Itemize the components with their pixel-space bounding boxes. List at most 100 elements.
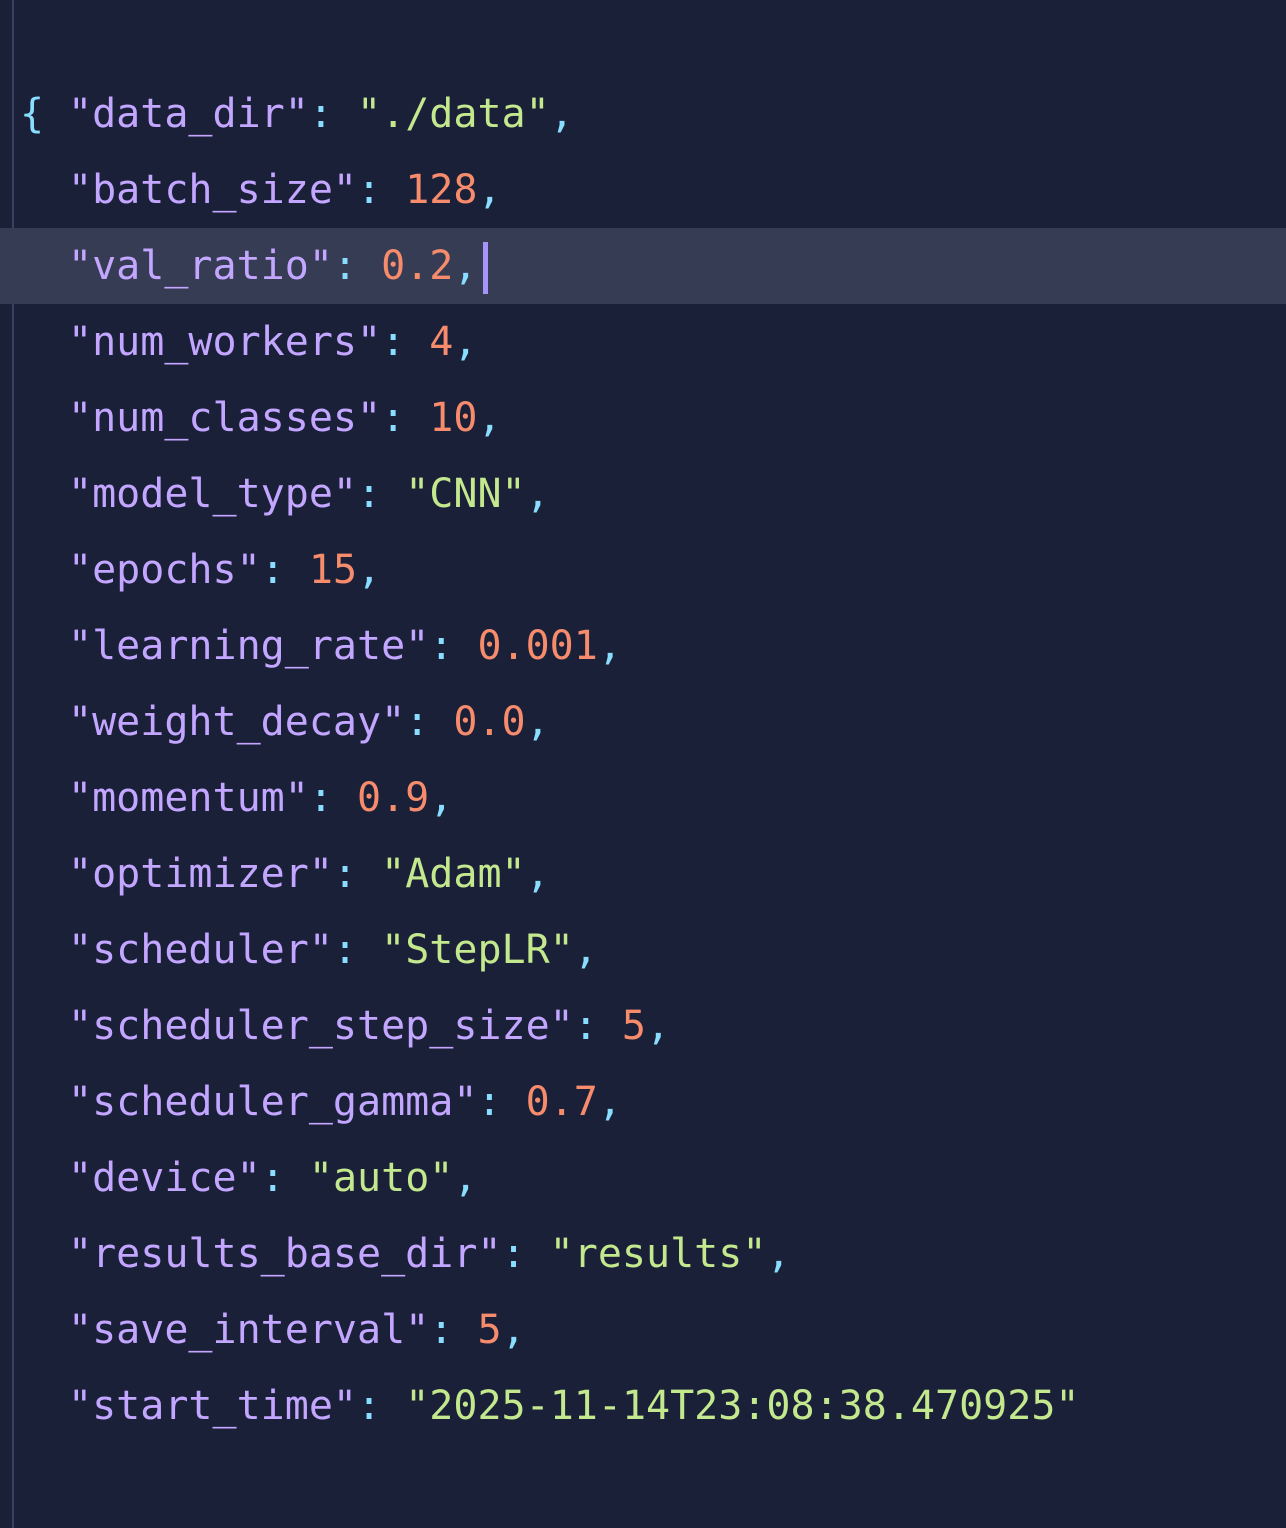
value-close-quote: " bbox=[549, 927, 574, 973]
colon: : bbox=[429, 1307, 478, 1353]
comma: , bbox=[357, 547, 382, 593]
colon: : bbox=[260, 1155, 309, 1201]
json-key: batch_size bbox=[92, 167, 333, 213]
json-key: data_dir bbox=[92, 91, 285, 137]
key-close-quote: " bbox=[332, 1383, 358, 1429]
colon: : bbox=[332, 927, 382, 973]
line-content: "scheduler_step_size": 5, bbox=[68, 988, 670, 1064]
line-content: "device": "auto", bbox=[68, 1140, 477, 1216]
close-brace-line[interactable]: } bbox=[0, 1444, 1286, 1520]
json-number-value: 4 bbox=[429, 319, 454, 365]
json-string-value: ./data bbox=[381, 91, 526, 137]
key-close-quote: " bbox=[381, 699, 406, 745]
line-content: "scheduler": "StepLR", bbox=[68, 912, 598, 988]
key-open-quote: " bbox=[68, 547, 93, 593]
value-open-quote: " bbox=[405, 1383, 430, 1429]
comma: , bbox=[477, 167, 502, 213]
code-line-data-dir[interactable]: "data_dir": "./data", bbox=[0, 76, 1286, 152]
code-line-learning-rate[interactable]: "learning_rate": 0.001, bbox=[0, 608, 1286, 684]
json-key: results_base_dir bbox=[92, 1231, 478, 1277]
comma: , bbox=[646, 1003, 671, 1049]
key-close-quote: " bbox=[284, 91, 309, 137]
json-number-value: 15 bbox=[308, 547, 358, 593]
comma: , bbox=[453, 243, 478, 289]
key-open-quote: " bbox=[68, 699, 93, 745]
key-open-quote: " bbox=[68, 395, 93, 441]
key-close-quote: " bbox=[405, 623, 430, 669]
json-editor[interactable]: { "data_dir": "./data", "batch_size": 128… bbox=[0, 0, 1286, 1528]
json-key: scheduler_gamma bbox=[92, 1079, 454, 1125]
colon: : bbox=[381, 395, 430, 441]
code-line-start-time[interactable]: "start_time": "2025-11-14T23:08:38.47092… bbox=[0, 1368, 1286, 1444]
comma: , bbox=[525, 699, 550, 745]
key-open-quote: " bbox=[68, 471, 93, 517]
code-line-scheduler-step-size[interactable]: "scheduler_step_size": 5, bbox=[0, 988, 1286, 1064]
line-content: "optimizer": "Adam", bbox=[68, 836, 550, 912]
line-content: "weight_decay": 0.0, bbox=[68, 684, 550, 760]
key-close-quote: " bbox=[357, 319, 382, 365]
json-string-value: auto bbox=[332, 1155, 430, 1201]
json-key: scheduler_step_size bbox=[92, 1003, 550, 1049]
key-close-quote: " bbox=[549, 1003, 574, 1049]
line-content: "epochs": 15, bbox=[68, 532, 381, 608]
colon: : bbox=[357, 1383, 406, 1429]
code-line-batch-size[interactable]: "batch_size": 128, bbox=[0, 152, 1286, 228]
code-line-scheduler[interactable]: "scheduler": "StepLR", bbox=[0, 912, 1286, 988]
code-line-epochs[interactable]: "epochs": 15, bbox=[0, 532, 1286, 608]
json-string-value: CNN bbox=[429, 471, 502, 517]
comma: , bbox=[453, 1155, 478, 1201]
key-close-quote: " bbox=[405, 1307, 430, 1353]
key-open-quote: " bbox=[68, 623, 93, 669]
code-line-model-type[interactable]: "model_type": "CNN", bbox=[0, 456, 1286, 532]
json-number-value: 10 bbox=[429, 395, 478, 441]
comma: , bbox=[501, 1307, 526, 1353]
value-close-quote: " bbox=[501, 851, 526, 897]
colon: : bbox=[477, 1079, 526, 1125]
colon: : bbox=[381, 319, 430, 365]
key-close-quote: " bbox=[236, 547, 261, 593]
key-close-quote: " bbox=[308, 243, 333, 289]
open-brace-line[interactable]: { bbox=[0, 0, 1286, 137]
json-key: weight_decay bbox=[92, 699, 382, 745]
code-line-save-interval[interactable]: "save_interval": 5, bbox=[0, 1292, 1286, 1368]
code-line-weight-decay[interactable]: "weight_decay": 0.0, bbox=[0, 684, 1286, 760]
key-open-quote: " bbox=[68, 1003, 93, 1049]
colon: : bbox=[308, 91, 358, 137]
json-string-value: Adam bbox=[405, 851, 502, 897]
json-key: model_type bbox=[92, 471, 333, 517]
colon: : bbox=[260, 547, 309, 593]
json-number-value: 0.001 bbox=[477, 623, 598, 669]
comma: , bbox=[477, 395, 502, 441]
code-line-num-workers[interactable]: "num_workers": 4, bbox=[0, 304, 1286, 380]
key-open-quote: " bbox=[68, 243, 93, 289]
code-line-device[interactable]: "device": "auto", bbox=[0, 1140, 1286, 1216]
value-close-quote: " bbox=[429, 1155, 454, 1201]
json-number-value: 5 bbox=[477, 1307, 502, 1353]
key-close-quote: " bbox=[308, 927, 333, 973]
json-key: learning_rate bbox=[92, 623, 406, 669]
code-line-num-classes[interactable]: "num_classes": 10, bbox=[0, 380, 1286, 456]
close-brace: } bbox=[20, 1520, 44, 1528]
json-number-value: 128 bbox=[405, 167, 478, 213]
code-line-scheduler-gamma[interactable]: "scheduler_gamma": 0.7, bbox=[0, 1064, 1286, 1140]
json-number-value: 0.7 bbox=[525, 1079, 598, 1125]
code-line-momentum[interactable]: "momentum": 0.9, bbox=[0, 760, 1286, 836]
colon: : bbox=[357, 167, 406, 213]
code-line-val-ratio[interactable]: "val_ratio": 0.2, bbox=[0, 228, 1286, 304]
json-key: scheduler bbox=[92, 927, 309, 973]
comma: , bbox=[525, 851, 550, 897]
code-line-results-base-dir[interactable]: "results_base_dir": "results", bbox=[0, 1216, 1286, 1292]
json-key: num_workers bbox=[92, 319, 357, 365]
json-key: start_time bbox=[92, 1383, 333, 1429]
json-key: save_interval bbox=[92, 1307, 406, 1353]
line-content: "data_dir": "./data", bbox=[68, 76, 574, 152]
code-line-optimizer[interactable]: "optimizer": "Adam", bbox=[0, 836, 1286, 912]
value-close-quote: " bbox=[742, 1231, 767, 1277]
comma: , bbox=[597, 623, 622, 669]
key-open-quote: " bbox=[68, 1231, 93, 1277]
key-open-quote: " bbox=[68, 927, 93, 973]
key-close-quote: " bbox=[284, 775, 309, 821]
key-open-quote: " bbox=[68, 775, 93, 821]
key-close-quote: " bbox=[357, 395, 382, 441]
json-key: momentum bbox=[92, 775, 285, 821]
